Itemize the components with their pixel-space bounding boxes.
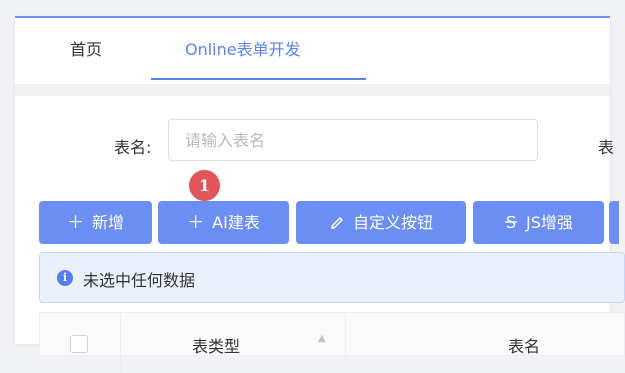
column-header-table-type[interactable]: 表类型 xyxy=(192,333,240,357)
plus-icon: ＋ xyxy=(66,213,84,233)
js-enhance-button[interactable]: JS增强 xyxy=(473,201,604,244)
table-name-input[interactable] xyxy=(168,119,538,161)
column-header-table-name[interactable]: 表名 xyxy=(508,333,540,357)
sort-icon[interactable]: ▲ xyxy=(318,333,326,344)
pen-icon xyxy=(329,202,345,245)
js-enhance-label: JS增强 xyxy=(526,213,573,232)
ai-create-table-button[interactable]: ＋ AI建表 xyxy=(158,201,289,244)
custom-button-label: 自定义按钮 xyxy=(352,213,433,232)
active-tab-indicator xyxy=(151,78,366,80)
step-badge: 1 xyxy=(189,170,220,201)
column-divider xyxy=(345,313,346,373)
table-header: 表类型 ▲ 表名 xyxy=(39,312,625,373)
next-field-label-partial: 表 xyxy=(598,138,615,157)
tab-bar: 首页 Online表单开发 xyxy=(15,18,610,82)
select-all-checkbox[interactable] xyxy=(70,335,88,353)
custom-button-button[interactable]: 自定义按钮 xyxy=(296,201,466,244)
strikethrough-icon xyxy=(504,202,518,245)
table-name-label: 表名: xyxy=(114,138,152,157)
tab-home[interactable]: 首页 xyxy=(70,40,102,60)
more-button-partial[interactable] xyxy=(609,201,619,244)
info-icon: i xyxy=(57,270,73,286)
add-button[interactable]: ＋ 新增 xyxy=(39,201,152,244)
column-divider xyxy=(120,313,121,373)
tab-online-form-dev[interactable]: Online表单开发 xyxy=(185,40,301,60)
add-button-label: 新增 xyxy=(91,213,124,232)
plus-icon: ＋ xyxy=(187,213,205,233)
section-divider xyxy=(15,84,610,96)
ai-create-table-label: AI建表 xyxy=(212,213,260,232)
selection-alert: i 未选中任何数据 xyxy=(39,252,625,303)
selection-alert-text: 未选中任何数据 xyxy=(83,271,196,290)
